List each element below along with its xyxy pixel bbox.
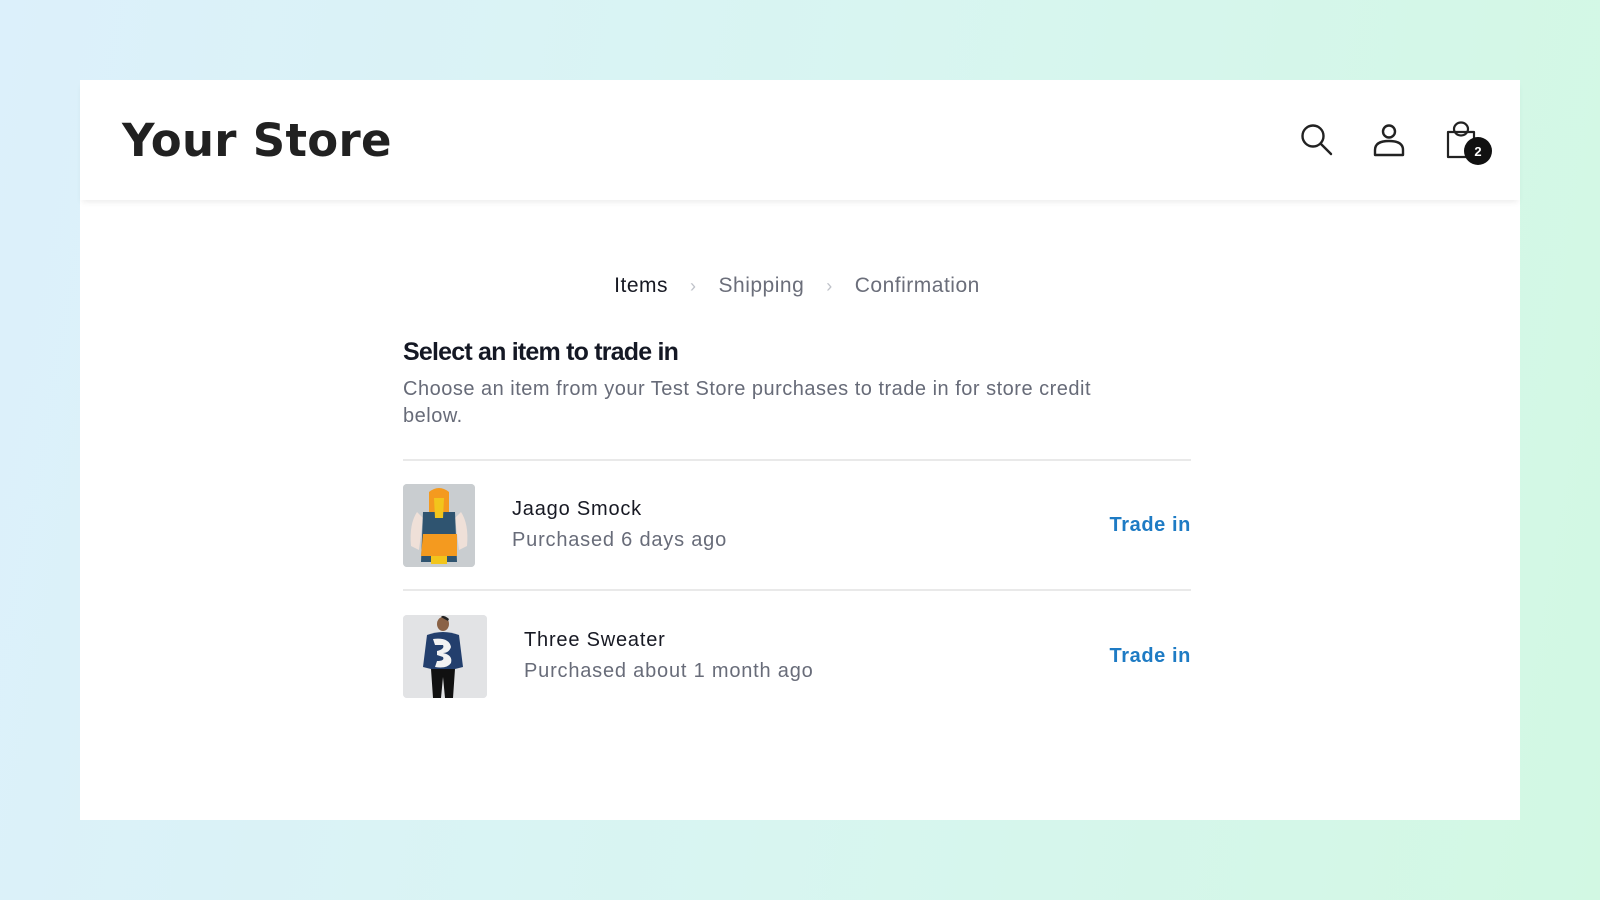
store-card: Your Store 2 Items › Shipping › Confirma… <box>80 80 1520 820</box>
trade-in-content: Items › Shipping › Confirmation Select a… <box>403 274 1191 721</box>
item-info: Jaago Smock Purchased 6 days ago <box>512 498 1110 552</box>
chevron-right-icon: › <box>826 275 833 296</box>
purchased-items-list: Jaago Smock Purchased 6 days ago Trade i… <box>403 459 1191 721</box>
item-purchase-date: Purchased about 1 month ago <box>524 660 814 682</box>
trade-in-button[interactable]: Trade in <box>1110 645 1192 668</box>
header-icons: 2 <box>1300 121 1492 165</box>
cart-count-badge: 2 <box>1464 137 1492 165</box>
search-button[interactable] <box>1300 121 1334 159</box>
product-image-jaago-smock <box>403 483 475 567</box>
search-icon <box>1301 124 1333 156</box>
checkout-steps: Items › Shipping › Confirmation <box>403 274 1191 298</box>
item-info: Three Sweater Purchased about 1 month ag… <box>524 629 1110 683</box>
list-item: Three Sweater Purchased about 1 month ag… <box>403 591 1191 721</box>
page-description: Choose an item from your Test Store purc… <box>403 378 1092 427</box>
item-name: Three Sweater <box>524 629 666 651</box>
step-confirmation[interactable]: Confirmation <box>855 274 980 298</box>
account-button[interactable] <box>1372 121 1406 159</box>
product-image-three-sweater <box>403 614 487 698</box>
store-logo-title[interactable]: Your Store <box>122 114 392 167</box>
chevron-right-icon: › <box>690 275 697 296</box>
trade-in-button[interactable]: Trade in <box>1110 514 1192 537</box>
list-item: Jaago Smock Purchased 6 days ago Trade i… <box>403 461 1191 591</box>
account-icon <box>1373 124 1405 157</box>
item-name: Jaago Smock <box>512 498 642 520</box>
cart-button[interactable]: 2 <box>1444 121 1492 165</box>
step-items[interactable]: Items <box>614 274 668 298</box>
item-purchase-date: Purchased 6 days ago <box>512 529 728 551</box>
step-shipping[interactable]: Shipping <box>719 274 805 298</box>
site-header: Your Store 2 <box>80 80 1520 200</box>
page-title: Select an item to trade in <box>403 338 679 366</box>
